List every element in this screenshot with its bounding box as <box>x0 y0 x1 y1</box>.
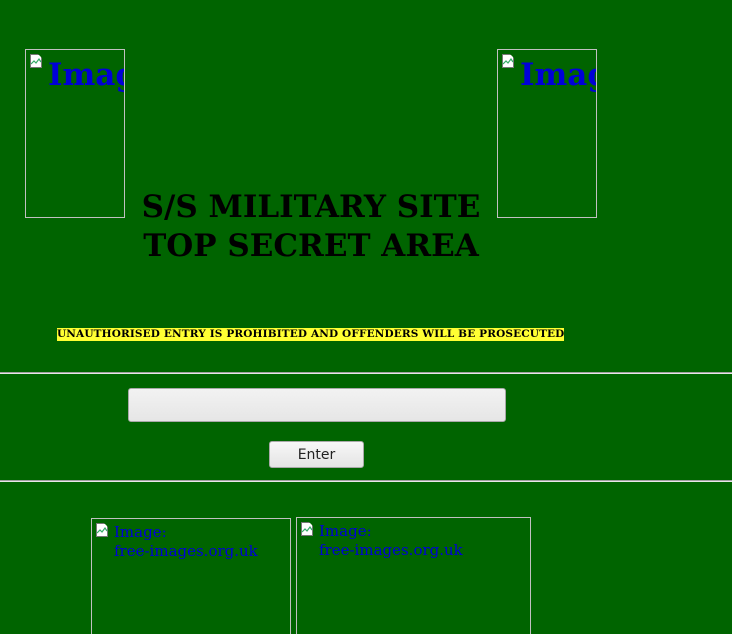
warning-banner: UNAUTHORISED ENTRY IS PROHIBITED AND OFF… <box>57 328 565 341</box>
bottom-left-image-alt: Image: free-images.org.uk <box>114 523 258 561</box>
page-title-line-2: TOP SECRET AREA <box>143 228 479 264</box>
bottom-right-alt-line-1: Image: <box>319 522 372 540</box>
enter-button[interactable]: Enter <box>269 441 364 468</box>
broken-image-icon <box>30 54 44 68</box>
divider-top <box>0 372 732 374</box>
broken-image-icon <box>301 522 315 536</box>
broken-image-icon <box>502 54 516 68</box>
bottom-left-image[interactable]: Image: free-images.org.uk <box>91 518 291 634</box>
top-left-image[interactable]: Image: free-images.org.uk <box>25 49 125 218</box>
bottom-left-alt-line-1: Image: <box>114 523 167 541</box>
page-title-line-1: S/S MILITARY SITE <box>141 189 481 225</box>
bottom-right-alt-line-2: free-images.org.uk <box>319 541 463 559</box>
bottom-right-image-alt: Image: free-images.org.uk <box>319 522 463 560</box>
broken-image-icon <box>96 523 110 537</box>
divider-bottom <box>0 480 732 482</box>
top-right-image[interactable]: Image: free-images.org.uk <box>497 49 597 218</box>
access-code-input[interactable] <box>128 388 506 422</box>
top-right-image-alt: Image: free-images.org.uk <box>520 57 596 93</box>
page: Image: free-images.org.uk Image: free-im… <box>0 0 732 634</box>
top-left-image-alt: Image: free-images.org.uk <box>48 57 124 93</box>
bottom-right-image[interactable]: Image: free-images.org.uk <box>296 517 531 634</box>
bottom-left-alt-line-2: free-images.org.uk <box>114 542 258 560</box>
